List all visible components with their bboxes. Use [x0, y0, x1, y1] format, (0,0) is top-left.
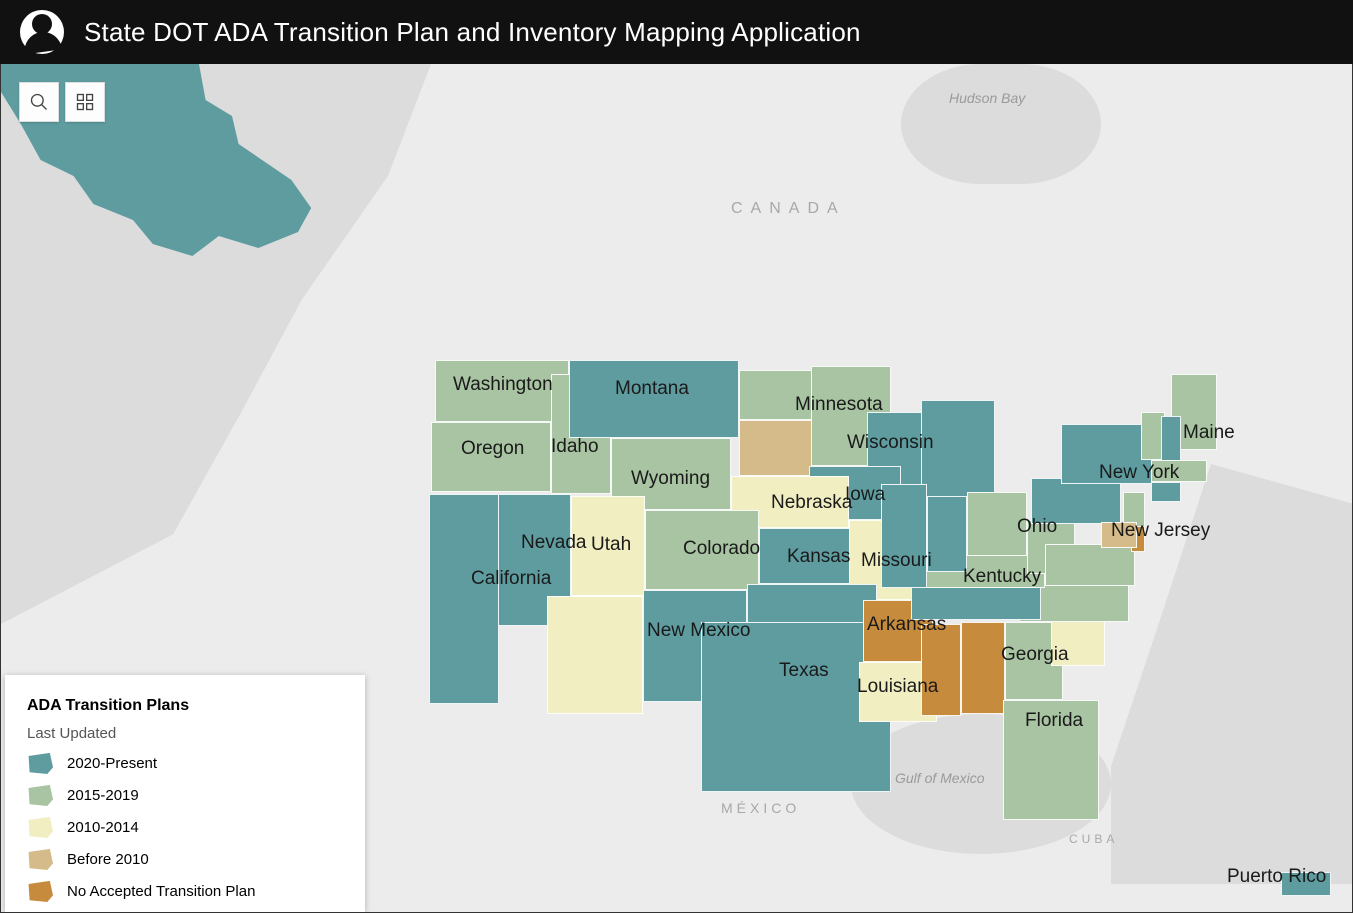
- legend-panel: ADA Transition Plans Last Updated 2020-P…: [5, 675, 365, 912]
- legend-item: No Accepted Transition Plan: [27, 880, 343, 902]
- state-label: Ohio: [1017, 516, 1057, 538]
- state-label: Missouri: [861, 550, 932, 572]
- state-label: Nebraska: [771, 492, 852, 514]
- legend-swatch: [27, 784, 53, 806]
- state-label: Maine: [1183, 422, 1235, 444]
- state-label: Kansas: [787, 546, 850, 568]
- state-label: Florida: [1025, 710, 1083, 732]
- legend-label: 2010-2014: [67, 819, 139, 836]
- state-label: Colorado: [683, 538, 760, 560]
- grid-icon: [75, 92, 95, 112]
- state-label: Iowa: [845, 484, 885, 506]
- legend-item: 2010-2014: [27, 816, 343, 838]
- state-label: Montana: [615, 378, 689, 400]
- legend-label: 2015-2019: [67, 787, 139, 804]
- state-label: Wyoming: [631, 468, 710, 490]
- state-label: Idaho: [551, 436, 599, 458]
- state-label: Wisconsin: [847, 432, 934, 454]
- legend-item: 2020-Present: [27, 752, 343, 774]
- state-label: New Jersey: [1111, 520, 1210, 542]
- search-button[interactable]: [19, 82, 59, 122]
- legend-swatch: [27, 848, 53, 870]
- legend-label: Before 2010: [67, 851, 149, 868]
- search-icon: [29, 92, 49, 112]
- legend-item: Before 2010: [27, 848, 343, 870]
- legend-item: 2015-2019: [27, 784, 343, 806]
- legend-label: No Accepted Transition Plan: [67, 883, 255, 900]
- state-label: Washington: [453, 374, 553, 396]
- state-label: Arkansas: [867, 614, 946, 636]
- map-viewport[interactable]: Gulf of Alaska Hudson Bay CANADA MÉXICO …: [0, 64, 1353, 913]
- legend-swatch: [27, 816, 53, 838]
- state-label: Louisiana: [857, 676, 938, 698]
- legend-subtitle: Last Updated: [27, 725, 343, 742]
- state-label: New Mexico: [647, 620, 750, 642]
- map-toolbar: [19, 82, 105, 122]
- legend-swatch: [27, 880, 53, 902]
- state-label: Georgia: [1001, 644, 1069, 666]
- state-label: Minnesota: [795, 394, 883, 416]
- app-title: State DOT ADA Transition Plan and Invent…: [84, 17, 861, 48]
- state-label: Puerto Rico: [1227, 866, 1326, 888]
- state-label: Oregon: [461, 438, 524, 460]
- dot-logo: [20, 10, 64, 54]
- state-label: Utah: [591, 534, 631, 556]
- state-label: Texas: [779, 660, 829, 682]
- state-label: New York: [1099, 462, 1179, 484]
- state-label: California: [471, 568, 551, 590]
- state-label: Nevada: [521, 532, 587, 554]
- state-label: Kentucky: [963, 566, 1041, 588]
- app-header: State DOT ADA Transition Plan and Invent…: [0, 0, 1353, 64]
- legend-swatch: [27, 752, 53, 774]
- basemap-gallery-button[interactable]: [65, 82, 105, 122]
- legend-title: ADA Transition Plans: [27, 697, 343, 715]
- legend-label: 2020-Present: [67, 755, 157, 772]
